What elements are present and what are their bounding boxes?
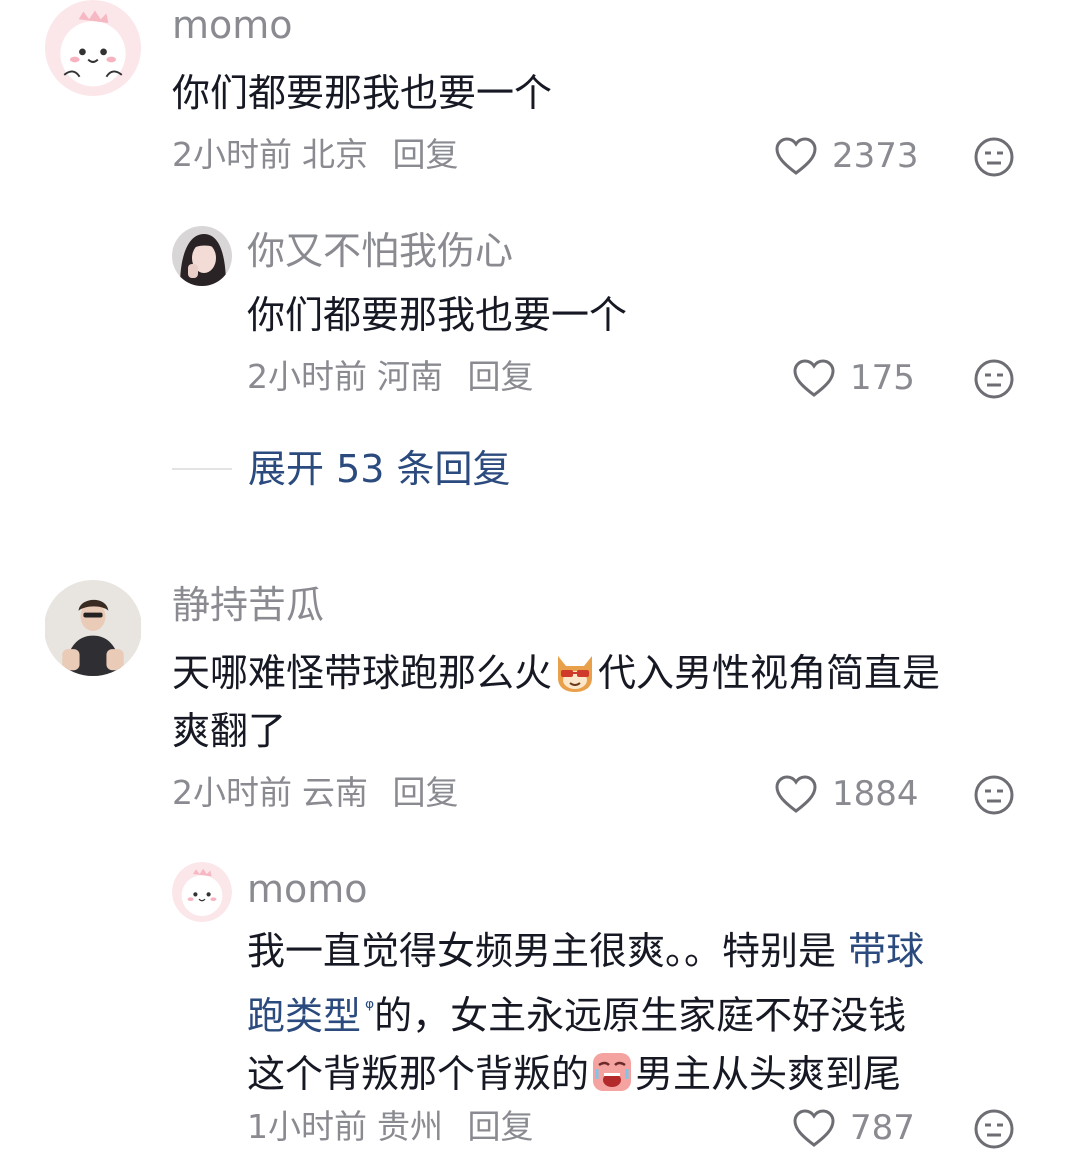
like-count: 2373 [832, 136, 919, 176]
search-link-text: 跑类型 [247, 993, 362, 1038]
comment-text: 天哪难怪带球跑那么火 代入男性视角简直是 爽翻了 [172, 644, 1032, 760]
heart-icon [793, 359, 835, 397]
like-count: 1884 [832, 774, 919, 814]
search-icon: ᵠ [365, 996, 375, 1021]
pink-dinosaur-avatar-icon [172, 862, 232, 922]
comment-text-part: 代入男性视角简直是 [598, 651, 941, 695]
reply-button[interactable]: 回复 [393, 773, 459, 812]
reply-location: 贵州 [377, 1107, 443, 1146]
meh-face-icon [974, 359, 1014, 399]
avatar[interactable] [172, 862, 232, 922]
reply-time: 1小时前 [247, 1107, 367, 1146]
avatar[interactable] [44, 580, 142, 676]
comment-time: 2小时前 [172, 135, 292, 174]
search-link[interactable]: 带球 [848, 929, 924, 973]
reply-username[interactable]: momo [247, 870, 368, 908]
like-count: 787 [850, 1108, 915, 1148]
comment-meta: 2小时前 云南 回复 [172, 776, 459, 809]
comment-text-part: 天哪难怪带球跑那么火 [172, 651, 553, 695]
comment-text: 你们都要那我也要一个 [172, 71, 553, 115]
like-button[interactable]: 787 [792, 1108, 915, 1148]
meh-face-icon [974, 1109, 1014, 1149]
reply-button[interactable]: 回复 [468, 357, 534, 396]
reply-text: 我一直觉得女频男主很爽。。特别是 带球 跑类型 ᵠ的，女主永远原生家庭不好没钱 这… [247, 922, 1047, 1103]
shiba-cool-emoji [552, 648, 598, 694]
reply-username[interactable]: 你又不怕我伤心 [247, 232, 513, 270]
like-count: 175 [850, 358, 915, 398]
avatar[interactable] [172, 226, 232, 286]
crying-face-emoji [589, 1049, 635, 1095]
heart-icon [775, 775, 817, 813]
man-photo-avatar-icon [45, 580, 141, 676]
search-link[interactable]: 跑类型 ᵠ [247, 994, 374, 1038]
shiba-cool-emoji-icon [558, 656, 593, 692]
like-button[interactable]: 2373 [774, 136, 919, 176]
divider [172, 468, 232, 470]
search-link-text: 带球 [848, 929, 925, 973]
pink-dinosaur-avatar-icon [45, 0, 141, 96]
comment-username[interactable]: momo [172, 6, 293, 44]
comment-meta: 2小时前 北京 回复 [172, 138, 459, 171]
comment-text-part: 爽翻了 [172, 709, 287, 753]
reply-button[interactable]: 回复 [393, 135, 459, 174]
reply-text-part: 我一直觉得女频男主很爽。。特别是 [247, 929, 849, 973]
dislike-button[interactable] [973, 358, 1015, 400]
reply-text-part: 男主从头爽到尾 [635, 1051, 902, 1096]
reply-meta: 2小时前 河南 回复 [247, 360, 534, 393]
reply-text: 你们都要那我也要一个 [247, 293, 628, 337]
crying-face-emoji-icon [593, 1052, 632, 1091]
girl-photo-avatar-icon [172, 226, 232, 286]
meh-face-icon [974, 775, 1014, 815]
heart-icon [793, 1109, 835, 1147]
avatar[interactable] [44, 0, 142, 96]
reply-button[interactable]: 回复 [468, 1107, 534, 1146]
comment-time: 2小时前 [172, 773, 292, 812]
expand-replies-label: 展开 53 条回复 [248, 447, 511, 491]
dislike-button[interactable] [973, 136, 1015, 178]
dislike-button[interactable] [973, 774, 1015, 816]
reply-location: 河南 [377, 357, 443, 396]
like-button[interactable]: 175 [792, 358, 915, 398]
comment-location: 北京 [302, 135, 368, 174]
heart-icon [775, 137, 817, 175]
dislike-button[interactable] [973, 1108, 1015, 1150]
comment-username[interactable]: 静持苦瓜 [172, 586, 324, 624]
reply-text-part: 这个背叛那个背叛的 [247, 1051, 590, 1096]
meh-face-icon [974, 137, 1014, 177]
reply-time: 2小时前 [247, 357, 367, 396]
like-button[interactable]: 1884 [774, 774, 919, 814]
reply-meta: 1小时前 贵州 回复 [247, 1110, 534, 1143]
reply-text-part: 的，女主永远原生家庭不好没钱 [374, 993, 907, 1038]
expand-replies-button[interactable]: 展开 53 条回复 [172, 450, 511, 488]
comment-location: 云南 [302, 773, 368, 812]
